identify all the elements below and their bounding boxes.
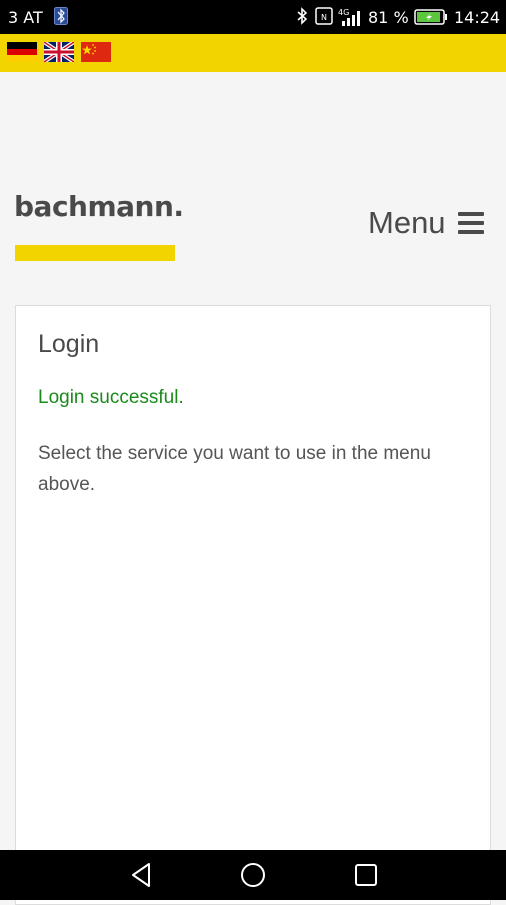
recents-icon[interactable] <box>351 860 381 890</box>
uk-flag-icon[interactable] <box>44 42 74 62</box>
status-bar: 3 AT N 4G 81 % 14:24 <box>0 0 506 34</box>
german-flag-icon[interactable] <box>7 42 37 62</box>
hamburger-icon <box>457 212 484 234</box>
logo-accent-bar <box>15 245 175 261</box>
info-text: Select the service you want to use in th… <box>38 443 431 495</box>
home-icon[interactable] <box>238 860 268 890</box>
language-bar <box>0 34 506 72</box>
battery-percent: 81 % <box>368 8 409 27</box>
bachmann-logo[interactable]: bachmann. <box>14 190 184 223</box>
notification-icon <box>54 7 68 29</box>
menu-button[interactable]: Menu <box>368 203 484 243</box>
signal-4g-icon: 4G <box>338 7 364 31</box>
back-icon[interactable] <box>127 860 157 890</box>
bluetooth-icon <box>296 7 308 29</box>
carrier-label: 3 AT <box>8 8 43 27</box>
battery-icon <box>414 9 448 29</box>
login-card: Login Login successful. Select the servi… <box>15 305 491 905</box>
svg-text:4G: 4G <box>338 8 349 17</box>
success-message: Login successful. <box>38 387 184 408</box>
clock: 14:24 <box>454 8 501 27</box>
menu-label: Menu <box>368 205 446 240</box>
nfc-icon: N <box>315 7 333 29</box>
svg-text:N: N <box>321 13 327 22</box>
navigation-bar <box>0 850 506 900</box>
card-title: Login <box>38 330 100 358</box>
china-flag-icon[interactable] <box>81 42 111 62</box>
